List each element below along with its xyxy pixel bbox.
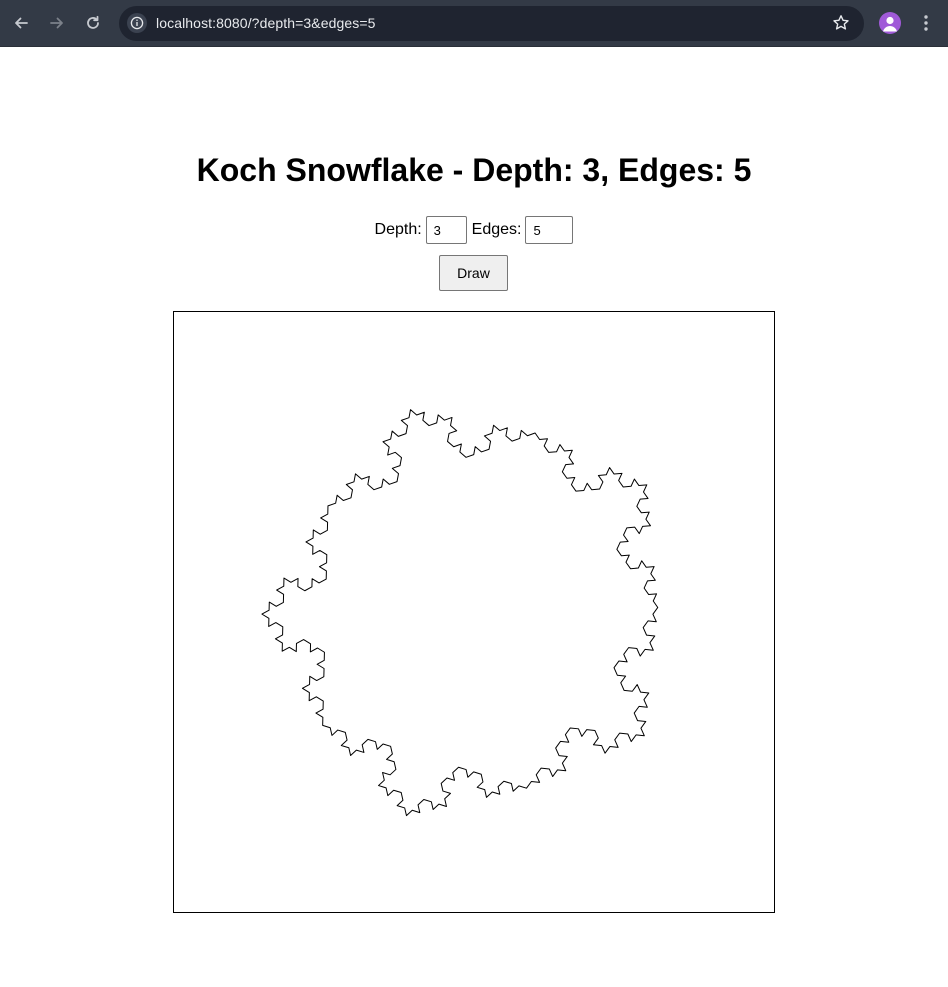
depth-input[interactable] <box>425 216 467 244</box>
profile-avatar[interactable] <box>879 12 901 34</box>
url-text: localhost:8080/?depth=3&edges=5 <box>156 15 376 31</box>
bookmark-star-icon[interactable] <box>832 14 850 37</box>
back-arrow-icon[interactable] <box>9 11 33 35</box>
edges-label: Edges: <box>471 221 522 238</box>
reload-icon[interactable] <box>81 11 105 35</box>
browser-toolbar: localhost:8080/?depth=3&edges=5 <box>0 0 948 47</box>
address-bar[interactable]: localhost:8080/?depth=3&edges=5 <box>119 6 864 41</box>
forward-arrow-icon[interactable] <box>45 11 69 35</box>
site-info-icon[interactable] <box>127 13 147 33</box>
controls-row: Depth: Edges: <box>0 216 948 244</box>
edges-input[interactable] <box>525 216 574 244</box>
more-menu-icon[interactable] <box>917 13 935 33</box>
snowflake-drawing <box>261 409 659 817</box>
depth-label: Depth: <box>374 221 422 238</box>
snowflake-canvas <box>173 311 775 913</box>
draw-button[interactable]: Draw <box>439 255 508 291</box>
page-content: Koch Snowflake - Depth: 3, Edges: 5 Dept… <box>0 48 948 987</box>
page-title: Koch Snowflake - Depth: 3, Edges: 5 <box>196 152 752 188</box>
koch-snowflake-outline <box>261 409 659 817</box>
